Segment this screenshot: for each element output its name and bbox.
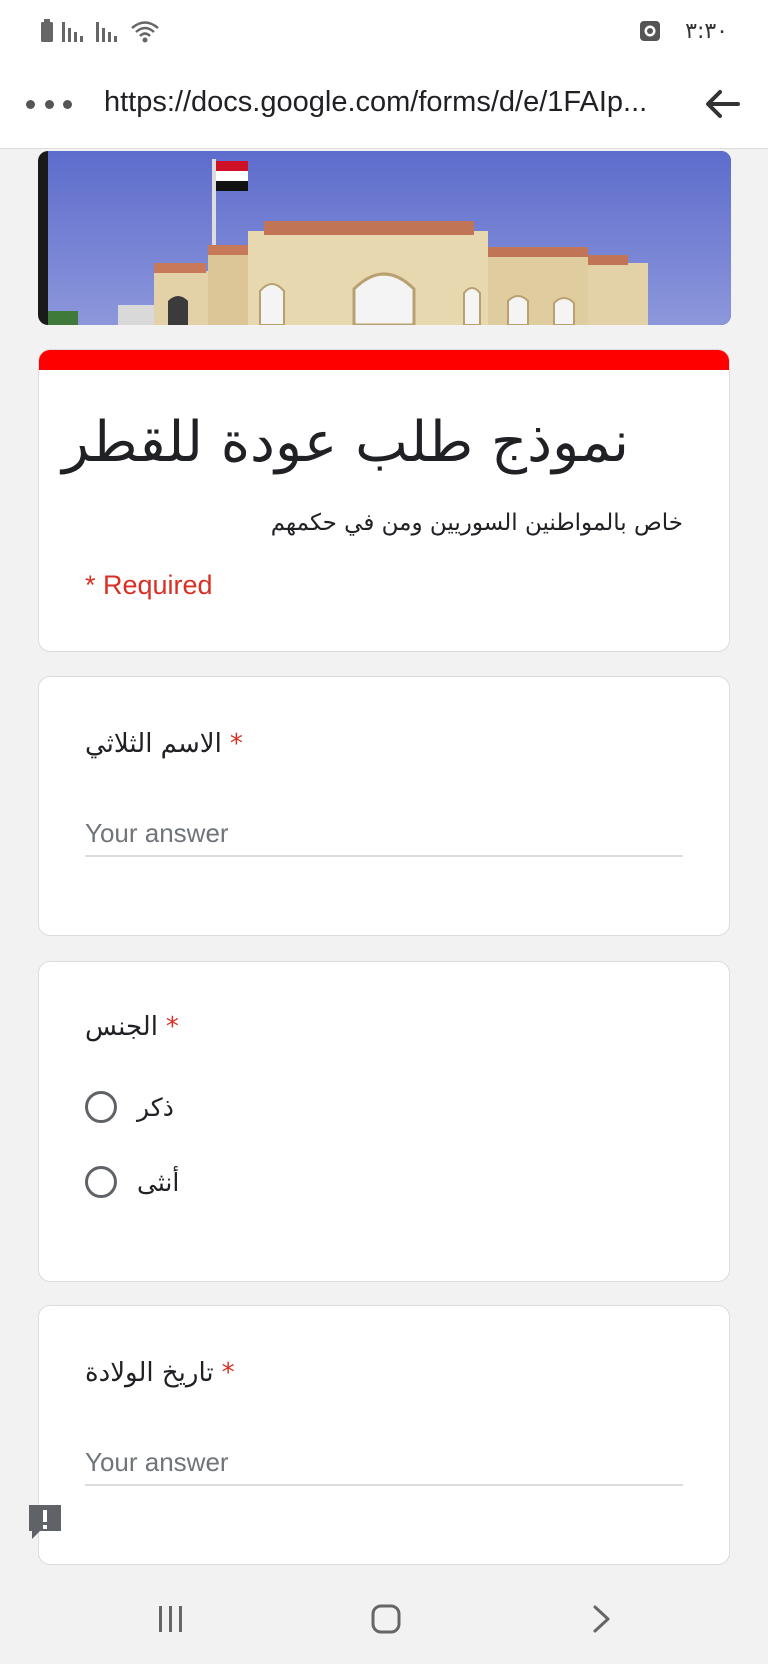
question-label: تاريخ الولادة xyxy=(85,1358,214,1388)
form-page[interactable]: نموذج طلب عودة للقطر خاص بالمواطنين السو… xyxy=(0,149,768,1574)
signal-icon xyxy=(62,22,83,42)
question-card-full-name: الاسم الثلاثي * Your answer xyxy=(38,676,730,936)
birth-date-input[interactable]: Your answer xyxy=(85,1444,683,1486)
title-accent-bar xyxy=(39,350,729,370)
radio-option-male[interactable]: ذكر xyxy=(85,1087,174,1127)
full-name-input[interactable]: Your answer xyxy=(85,815,683,857)
required-star: * xyxy=(165,1012,179,1042)
header-image xyxy=(38,151,731,325)
browser-toolbar: https://docs.google.com/forms/d/e/1FAIp.… xyxy=(0,60,768,149)
question-card-gender: الجنس * ذكر أنثى xyxy=(38,961,730,1282)
more-icon[interactable] xyxy=(26,90,72,118)
form-header-card: نموذج طلب عودة للقطر خاص بالمواطنين السو… xyxy=(38,349,730,652)
recent-apps-icon[interactable] xyxy=(156,1604,186,1634)
report-issue-icon[interactable] xyxy=(26,1502,64,1542)
required-star: * xyxy=(221,1358,235,1388)
question-card-birth-date: تاريخ الولادة * Your answer xyxy=(38,1305,730,1565)
clock: ٣:٣٠ xyxy=(685,18,728,44)
system-navigation-bar xyxy=(0,1574,768,1664)
status-bar: ٣:٣٠ xyxy=(0,0,768,60)
form-title: نموذج طلب عودة للقطر xyxy=(62,410,629,475)
home-icon[interactable] xyxy=(370,1603,402,1635)
url-field[interactable]: https://docs.google.com/forms/d/e/1FAIp.… xyxy=(104,86,674,119)
radio-option-female[interactable]: أنثى xyxy=(85,1162,179,1202)
alarm-icon xyxy=(640,21,661,41)
back-icon[interactable] xyxy=(590,1604,614,1634)
signal-icon xyxy=(96,22,117,42)
radio-button[interactable] xyxy=(85,1091,117,1123)
question-title: تاريخ الولادة * xyxy=(85,1358,235,1388)
form-description: خاص بالمواطنين السوريين ومن في حكمهم xyxy=(270,510,683,536)
question-title: الجنس * xyxy=(85,1012,179,1042)
wifi-icon xyxy=(131,21,159,43)
required-star: * xyxy=(229,729,243,759)
status-icons xyxy=(40,16,160,46)
required-note: * Required xyxy=(85,570,213,600)
battery-icon xyxy=(41,19,53,42)
question-label: الجنس xyxy=(85,1012,158,1042)
back-arrow-icon[interactable] xyxy=(704,88,740,120)
radio-label: ذكر xyxy=(137,1092,174,1122)
radio-button[interactable] xyxy=(85,1166,117,1198)
question-label: الاسم الثلاثي xyxy=(85,729,222,759)
question-title: الاسم الثلاثي * xyxy=(85,729,243,759)
radio-label: أنثى xyxy=(137,1167,180,1197)
